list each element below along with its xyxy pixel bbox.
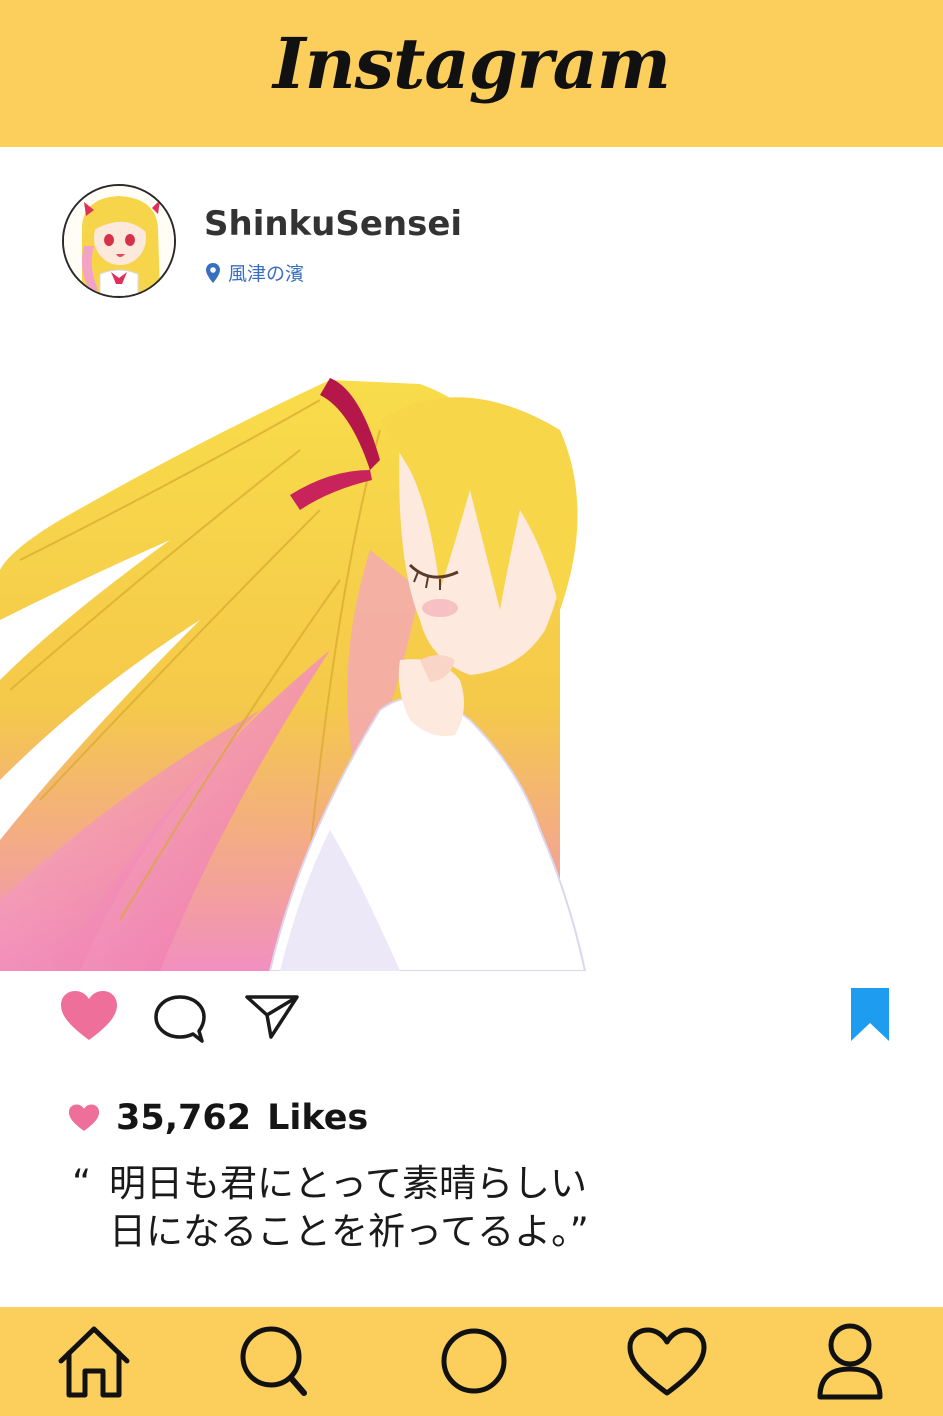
app-logo: Instagram [273,22,671,105]
location-label: 風津の濱 [228,263,305,285]
small-heart-icon [68,1104,100,1131]
circle-icon[interactable] [440,1327,508,1395]
caption-open-quote: “ [72,1162,92,1205]
likes-number: 35,762 [116,1098,252,1138]
likes-count[interactable]: 35,762 Likes [68,1098,368,1138]
heart-icon[interactable] [626,1327,708,1397]
profile-icon[interactable] [814,1321,886,1401]
search-icon[interactable] [238,1323,312,1401]
username[interactable]: ShinkuSensei [204,204,462,244]
paper-plane-icon[interactable] [244,993,300,1041]
map-pin-icon [206,262,220,283]
caption-line-2: 日になることを祈ってるよ。” [109,1210,589,1253]
heart-icon[interactable] [60,990,118,1042]
likes-label: Likes [267,1098,369,1138]
comment-bubble-icon[interactable] [152,993,208,1045]
avatar[interactable] [62,184,176,298]
post-image[interactable] [0,360,943,971]
bookmark-icon[interactable] [850,987,890,1042]
top-bar: Instagram [0,0,943,147]
caption-line-1: 明日も君にとって素晴らしい [109,1162,588,1205]
bottom-nav-bar [0,1307,943,1416]
location[interactable]: 風津の濱 [206,259,304,286]
home-icon[interactable] [55,1323,133,1401]
